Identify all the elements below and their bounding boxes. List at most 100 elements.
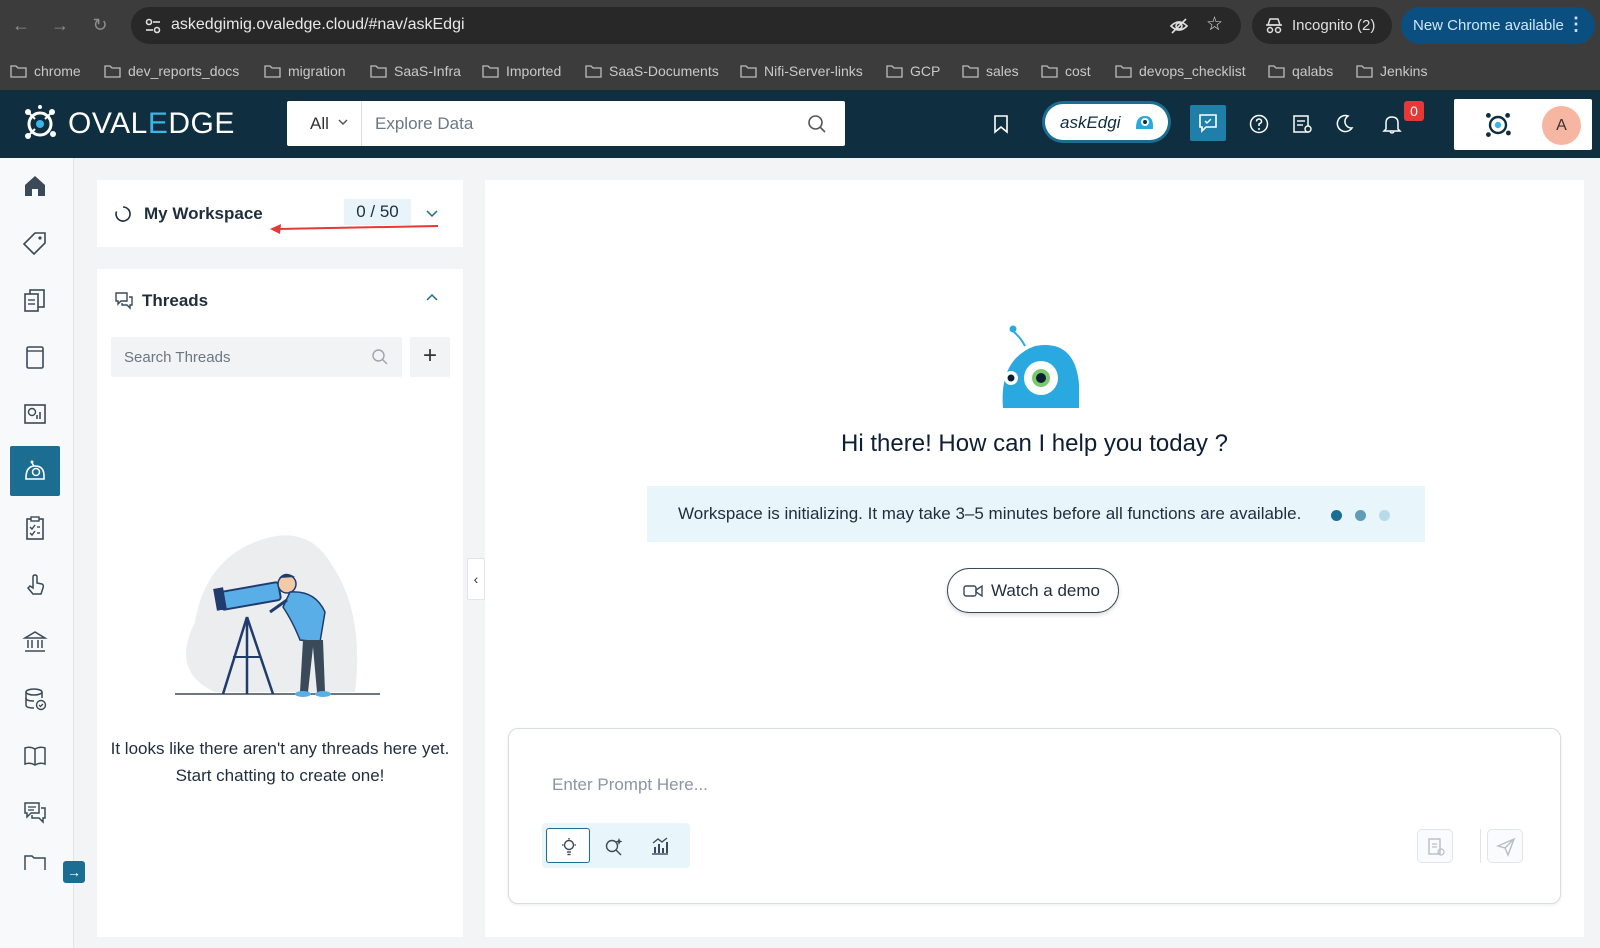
sidebar-item-library[interactable] <box>10 731 60 781</box>
sidebar-item-checklist[interactable] <box>10 503 60 553</box>
hand-pointer-icon <box>26 574 45 595</box>
sidebar-item-governance[interactable] <box>10 560 60 610</box>
mode-analytics-button[interactable] <box>638 828 682 863</box>
dark-mode-icon[interactable] <box>1333 113 1355 135</box>
incognito-icon <box>1266 18 1282 34</box>
feedback-chat-button[interactable] <box>1190 105 1226 141</box>
search-icon[interactable] <box>807 114 827 134</box>
forward-icon[interactable]: → <box>48 13 72 37</box>
watch-demo-label: Watch a demo <box>991 581 1100 600</box>
bookmark-folder[interactable]: GCP <box>886 61 940 81</box>
search-scope-label: All <box>310 114 329 133</box>
bookmark-label: migration <box>288 63 346 79</box>
bookmark-folder[interactable]: Imported <box>482 61 561 81</box>
ovaledge-logo-icon <box>25 105 56 139</box>
reload-icon[interactable]: ↻ <box>88 13 112 37</box>
dashboard-icon <box>24 404 46 424</box>
sidebar-item-book[interactable] <box>10 332 60 382</box>
more-vert-icon[interactable]: ⋮ <box>1567 14 1585 35</box>
prompt-mode-group <box>542 823 690 868</box>
chat-greeting: Hi there! How can I help you today ? <box>841 430 1228 457</box>
collapse-panel-button[interactable]: ‹ <box>467 558 485 600</box>
folder-icon <box>1041 65 1058 78</box>
sidebar-item-documents[interactable] <box>10 275 60 325</box>
bookmark-folder[interactable]: sales <box>962 61 1019 81</box>
notification-bell-icon[interactable] <box>1381 113 1403 135</box>
bookmark-label: cost <box>1065 63 1091 79</box>
threads-icon <box>115 292 133 310</box>
new-thread-button[interactable]: + <box>410 337 450 377</box>
askedgi-label: askEdgi <box>1060 113 1121 132</box>
bookmark-label: sales <box>986 63 1019 79</box>
bookmark-folder[interactable]: dev_reports_docs <box>104 61 239 81</box>
new-chrome-button[interactable]: New Chrome available ⋮ <box>1401 7 1595 44</box>
folder-icon <box>10 65 27 78</box>
sidebar-item-collaboration[interactable] <box>10 788 60 838</box>
askedgi-button[interactable]: askEdgi <box>1045 104 1168 140</box>
search-input[interactable]: Explore Data <box>375 114 473 134</box>
prompt-composer[interactable]: Enter Prompt Here... <box>508 728 1561 904</box>
address-bar[interactable]: askedgimig.ovaledge.cloud/#nav/askEdgi ☆ <box>131 7 1241 44</box>
bookmark-folder[interactable]: SaaS-Documents <box>585 61 719 81</box>
folder-icon <box>740 65 757 78</box>
document-icon <box>1428 838 1445 856</box>
bookmark-folder[interactable]: SaaS-Infra <box>370 61 461 81</box>
help-icon[interactable] <box>1248 113 1270 135</box>
workspace-init-message: Workspace is initializing. It may take 3… <box>678 504 1302 523</box>
bookmark-label: SaaS-Infra <box>394 63 461 79</box>
sidebar-item-home[interactable] <box>10 161 60 211</box>
workspace-init-banner: Workspace is initializing. It may take 3… <box>647 486 1425 542</box>
folder-icon <box>962 65 979 78</box>
sidebar-item-data-quality[interactable] <box>10 674 60 724</box>
sidebar-item-dashboards[interactable] <box>10 389 60 439</box>
sidebar-item-business-glossary[interactable] <box>10 617 60 667</box>
bookmark-folder[interactable]: qalabs <box>1268 61 1333 81</box>
bookmark-star-icon[interactable]: ☆ <box>1206 13 1223 36</box>
organization-logo-icon <box>1486 113 1511 137</box>
incognito-indicator[interactable]: Incognito (2) <box>1252 7 1392 44</box>
sidebar-item-projects[interactable] <box>10 838 60 870</box>
bookmark-folder[interactable]: chrome <box>10 61 81 81</box>
watch-demo-button[interactable]: Watch a demo <box>947 568 1119 613</box>
home-icon <box>25 176 45 196</box>
global-search[interactable]: All Explore Data <box>287 101 845 146</box>
url-text[interactable]: askedgimig.ovaledge.cloud/#nav/askEdgi <box>171 16 465 34</box>
eye-off-icon[interactable] <box>1169 16 1189 36</box>
search-scope-select[interactable]: All <box>287 101 362 146</box>
threads-panel: Threads Search Threads + It looks like t… <box>97 269 463 937</box>
bookmark-icon[interactable] <box>990 113 1012 135</box>
folder-icon <box>1356 65 1373 78</box>
user-menu[interactable]: A <box>1454 99 1592 150</box>
bookmark-label: dev_reports_docs <box>128 63 240 79</box>
askedgi-mascot-icon <box>1002 325 1079 408</box>
bookmark-label: qalabs <box>1292 63 1334 79</box>
search-icon[interactable] <box>371 348 389 366</box>
sidebar-item-askedgi[interactable] <box>10 446 60 496</box>
bookmark-folder[interactable]: Nifi-Server-links <box>740 61 863 81</box>
attach-document-button[interactable] <box>1417 829 1453 863</box>
bookmark-folder[interactable]: cost <box>1041 61 1091 81</box>
site-settings-icon[interactable] <box>143 16 163 36</box>
empty-threads-message: It looks like there aren't any threads h… <box>97 735 463 789</box>
notification-badge[interactable]: 0 <box>1404 101 1424 121</box>
expand-sidebar-button[interactable]: → <box>63 861 85 883</box>
send-button[interactable] <box>1487 829 1523 863</box>
mode-insights-button[interactable] <box>546 828 590 863</box>
loading-dot <box>1355 510 1366 521</box>
sidebar-item-tags[interactable] <box>10 218 60 268</box>
folder-icon <box>886 65 903 78</box>
folder-icon <box>1268 65 1285 78</box>
back-icon[interactable]: ← <box>9 13 33 37</box>
bookmark-folder[interactable]: migration <box>264 61 346 81</box>
mode-search-button[interactable] <box>592 828 636 863</box>
open-book-icon <box>24 746 46 766</box>
chevron-up-icon[interactable] <box>425 291 439 305</box>
bookmark-folder[interactable]: Jenkins <box>1356 61 1427 81</box>
user-avatar[interactable]: A <box>1542 106 1581 145</box>
bookmark-folder[interactable]: devops_checklist <box>1115 61 1246 81</box>
search-threads-input[interactable]: Search Threads <box>111 337 402 377</box>
prompt-input[interactable]: Enter Prompt Here... <box>552 775 708 795</box>
ovaledge-logo[interactable]: OVALEDGE <box>20 103 235 145</box>
search-sparkle-icon <box>605 838 623 856</box>
reports-icon[interactable] <box>1291 113 1313 135</box>
